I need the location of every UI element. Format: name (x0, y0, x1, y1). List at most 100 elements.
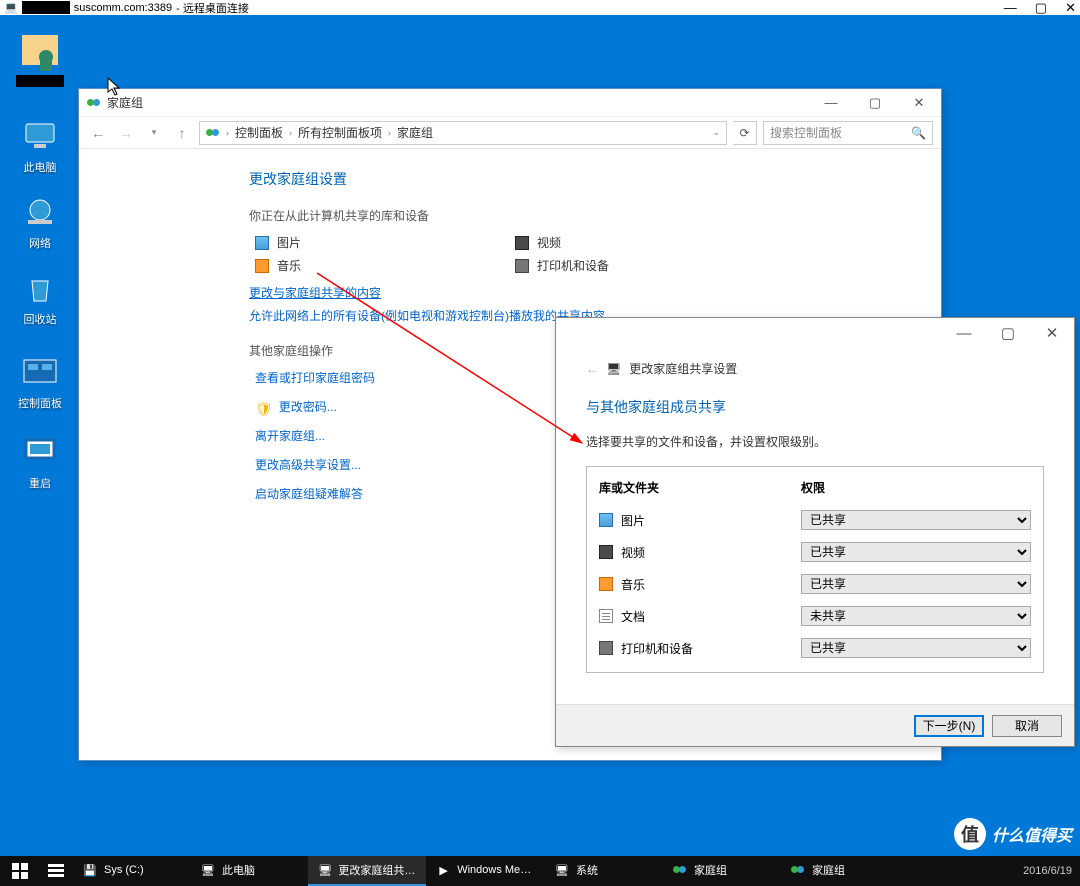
minimize-button[interactable]: — (942, 318, 986, 348)
homegroup-icon (206, 126, 220, 140)
app-icon: 💾 (82, 862, 98, 878)
back-button[interactable]: ← (586, 362, 598, 376)
redacted-label (16, 75, 64, 87)
rdp-title-suffix: - 远程桌面连接 (176, 0, 249, 16)
crumb-all-items[interactable]: 所有控制面板项 (298, 124, 382, 141)
homegroup-icon (87, 96, 101, 110)
taskbar-date[interactable]: 2016/6/19 (1023, 865, 1072, 877)
search-input[interactable]: 搜索控制面板 🔍 (763, 121, 933, 145)
row-label: 视频 (621, 544, 645, 561)
row-label: 打印机和设备 (621, 640, 693, 657)
close-button[interactable]: ✕ (1030, 318, 1074, 348)
dialog-heading: 与其他家庭组成员共享 (586, 397, 1044, 417)
mus-icon (599, 577, 613, 591)
desktop-icon-cpanel[interactable]: 控制面板 (4, 355, 76, 411)
taskbar-item[interactable]: 🖥 此电脑 (190, 856, 308, 886)
table-row: 图片 已共享未共享 (599, 504, 1031, 536)
app-icon: 🖥 (554, 862, 570, 878)
video-icon (515, 236, 529, 250)
app-icon: 🖥 (318, 862, 332, 878)
maximize-button[interactable]: ▢ (853, 89, 897, 117)
breadcrumb[interactable]: › 控制面板 › 所有控制面板项 › 家庭组 ⌄ (199, 121, 727, 145)
minimize-button[interactable]: — (1004, 0, 1017, 16)
redacted-host (22, 1, 70, 14)
cancel-button[interactable]: 取消 (992, 715, 1062, 737)
table-row: 打印机和设备 已共享未共享 (599, 632, 1031, 664)
permission-select[interactable]: 已共享未共享 (801, 574, 1031, 594)
forward-button[interactable]: → (115, 125, 137, 141)
taskbar-label: Windows Medi... (457, 864, 534, 876)
start-button[interactable] (0, 856, 40, 886)
dialog-description: 选择要共享的文件和设备，并设置权限级别。 (586, 433, 1044, 450)
link-leave-homegroup[interactable]: 离开家庭组... (255, 427, 325, 444)
window-titlebar[interactable]: 家庭组 — ▢ ✕ (79, 89, 941, 117)
link-view-password[interactable]: 查看或打印家庭组密码 (255, 369, 375, 386)
app-icon: ▶ (436, 862, 451, 878)
taskbar-label: Sys (C:) (104, 864, 144, 876)
window-title: 家庭组 (107, 94, 143, 111)
permission-select[interactable]: 已共享未共享 (801, 542, 1031, 562)
pictures-icon (255, 236, 269, 250)
task-view-button[interactable] (40, 856, 72, 886)
taskbar-item[interactable]: 🖥 更改家庭组共享... (308, 856, 426, 886)
app-icon (672, 862, 688, 878)
taskbar-item[interactable]: ▶ Windows Medi... (426, 856, 544, 886)
permission-select[interactable]: 已共享未共享 (801, 638, 1031, 658)
close-button[interactable]: ✕ (1065, 0, 1076, 16)
recent-dropdown[interactable]: ▾ (143, 127, 165, 138)
desktop-icon-thispc[interactable]: 此电脑 (4, 119, 76, 175)
table-row: 文档 已共享未共享 (599, 600, 1031, 632)
rdp-host: suscomm.com:3389 (74, 2, 172, 14)
desktop-icon-network[interactable]: 网络 (4, 195, 76, 251)
link-troubleshoot[interactable]: 启动家庭组疑难解答 (255, 485, 363, 502)
refresh-button[interactable]: ⟳ (733, 121, 757, 145)
table-row: 视频 已共享未共享 (599, 536, 1031, 568)
remote-desktop: 此电脑 网络 回收站 控制面板 重启 家庭组 — ▢ ✕ ← → ▾ ↑ (0, 15, 1080, 856)
share-table: 库或文件夹 权限 图片已共享未共享视频已共享未共享音乐已共享未共享文档已共享未共… (586, 466, 1044, 673)
maximize-button[interactable]: ▢ (1035, 0, 1047, 16)
close-button[interactable]: ✕ (897, 89, 941, 117)
share-settings-dialog: — ▢ ✕ ← 🖥 更改家庭组共享设置 与其他家庭组成员共享 选择要共享的文件和… (555, 317, 1075, 747)
taskbar-item[interactable]: 💾 Sys (C:) (72, 856, 190, 886)
table-row: 音乐 已共享未共享 (599, 568, 1031, 600)
permission-select[interactable]: 已共享未共享 (801, 606, 1031, 626)
shared-music: 音乐 (277, 257, 301, 274)
crumb-dropdown[interactable]: ⌄ (712, 127, 720, 138)
taskbar-item[interactable]: 🖥系统 (544, 856, 662, 886)
row-label: 图片 (621, 512, 645, 529)
taskbar-item[interactable]: 家庭组 (780, 856, 898, 886)
row-label: 文档 (621, 608, 645, 625)
minimize-button[interactable]: — (809, 89, 853, 117)
vid-icon (599, 545, 613, 559)
row-label: 音乐 (621, 576, 645, 593)
taskbar-item[interactable]: 家庭组 (662, 856, 780, 886)
link-advanced-sharing[interactable]: 更改高级共享设置... (255, 456, 361, 473)
up-button[interactable]: ↑ (171, 125, 193, 141)
desktop-icon-recycle[interactable]: 回收站 (4, 271, 76, 327)
link-change-shared[interactable]: 更改与家庭组共享的内容 (249, 284, 381, 301)
dialog-title: 更改家庭组共享设置 (629, 360, 737, 377)
desktop-icon-restart[interactable]: 重启 (4, 435, 76, 491)
link-change-password[interactable]: 更改密码... (279, 398, 337, 415)
system-tray[interactable]: 2016/6/19 (1023, 865, 1080, 877)
link-allow-network[interactable]: 允许此网络上的所有设备(例如电视和游戏控制台)播放我的共享内容 (249, 307, 605, 324)
wizard-icon: 🖥 (606, 362, 621, 376)
column-header-permission: 权限 (801, 479, 1031, 496)
search-icon: 🔍 (911, 126, 926, 140)
desktop-icon-user[interactable] (4, 35, 76, 90)
rdp-icon: 💻 (4, 1, 18, 14)
taskbar-label: 此电脑 (222, 862, 255, 878)
taskbar: 💾 Sys (C:) 🖥 此电脑 🖥 更改家庭组共享... ▶ Windows Medi...… (0, 856, 1080, 886)
permission-select[interactable]: 已共享未共享 (801, 510, 1031, 530)
taskbar-label: 家庭组 (694, 862, 727, 878)
app-icon (790, 862, 806, 878)
app-icon: 🖥 (200, 862, 216, 878)
back-button[interactable]: ← (87, 125, 109, 141)
crumb-control-panel[interactable]: 控制面板 (235, 124, 283, 141)
img-icon (599, 513, 613, 527)
page-title: 更改家庭组设置 (249, 169, 941, 189)
crumb-homegroup[interactable]: 家庭组 (397, 124, 433, 141)
taskbar-label: 更改家庭组共享... (338, 862, 416, 878)
next-button[interactable]: 下一步(N) (914, 715, 984, 737)
maximize-button[interactable]: ▢ (986, 318, 1030, 348)
